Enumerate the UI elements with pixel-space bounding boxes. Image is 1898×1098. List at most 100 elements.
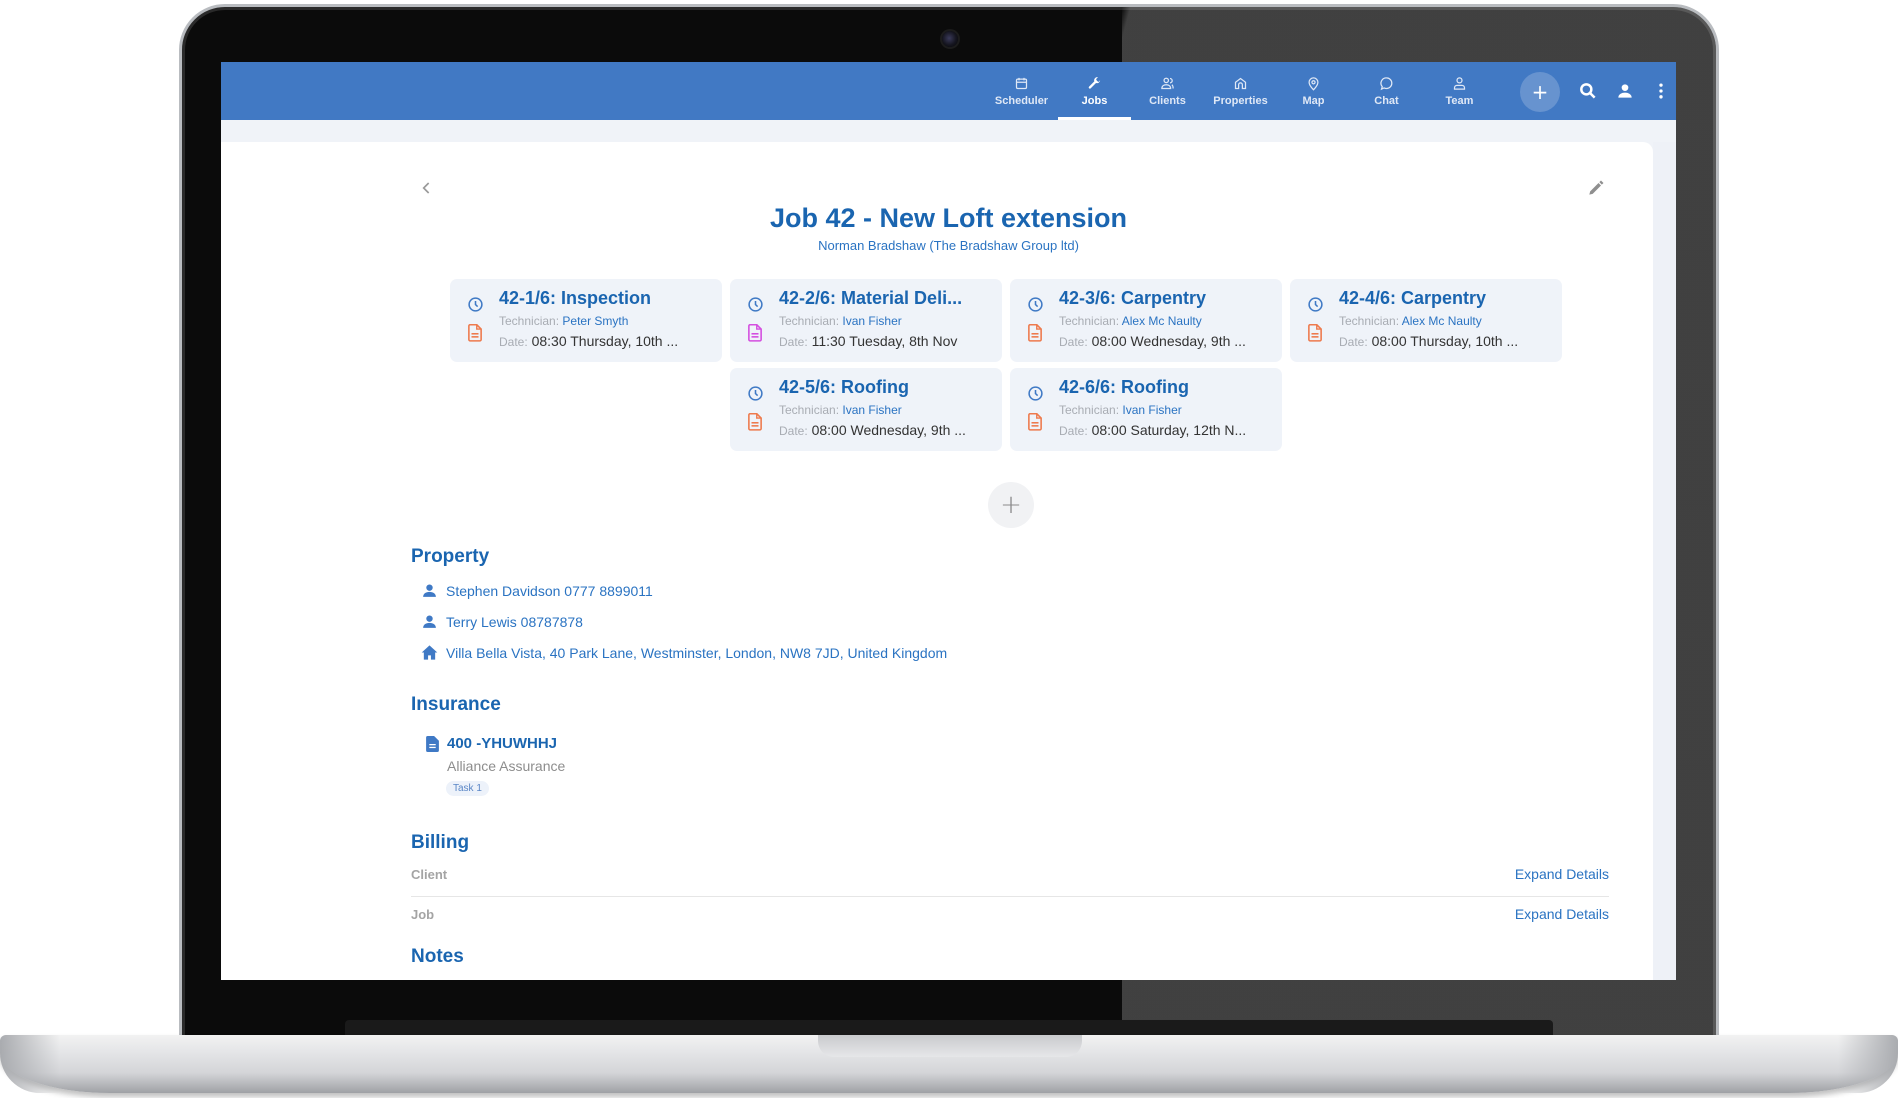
- section-title-billing: Billing: [411, 832, 470, 853]
- technician-name[interactable]: Ivan Fisher: [1122, 403, 1181, 417]
- property-contact[interactable]: Stephen Davidson 0777 8899011: [421, 582, 653, 599]
- section-title-notes: Notes: [411, 946, 464, 967]
- billing-label: Client: [411, 866, 448, 882]
- section-title-property: Property: [411, 546, 490, 567]
- task-card[interactable]: 42-3/6: Carpentry Technician: Alex Mc Nau…: [1010, 279, 1282, 362]
- document-icon: [468, 324, 482, 342]
- document-icon: [748, 413, 762, 431]
- task-technician: Technician: Ivan Fisher: [779, 314, 902, 328]
- nav-tab-jobs[interactable]: Jobs: [1058, 62, 1131, 120]
- task-title: 42-6/6: Roofing: [1059, 377, 1190, 397]
- billing-row-client: Client Expand Details: [411, 854, 1609, 894]
- document-icon: [1028, 413, 1042, 431]
- map-pin-icon: [1308, 76, 1319, 91]
- date-label: Date:: [779, 424, 808, 438]
- expand-details-link[interactable]: Expand Details: [1515, 906, 1609, 922]
- app-screen: Scheduler Jobs Clients Properties Map Ch…: [221, 62, 1676, 980]
- date-label: Date:: [1059, 424, 1088, 438]
- client-link[interactable]: Norman Bradshaw (The Bradshaw Group ltd): [221, 238, 1676, 253]
- add-task-button[interactable]: +: [988, 482, 1034, 528]
- task-card[interactable]: 42-6/6: Roofing Technician: Ivan Fisher Da…: [1010, 368, 1282, 451]
- date-value: 08:00 Thursday, 10th ...: [1371, 333, 1519, 349]
- calendar-icon: [1015, 77, 1028, 89]
- task-technician: Technician: Alex Mc Naulty: [1339, 314, 1482, 328]
- insurance-reference[interactable]: 400 -YHUWHHJ: [426, 735, 557, 752]
- pencil-icon: [1589, 180, 1604, 195]
- date-label: Date:: [1059, 335, 1088, 349]
- technician-name[interactable]: Alex Mc Naulty: [1402, 314, 1482, 328]
- home-icon: [1234, 77, 1247, 89]
- nav-tab-scheduler[interactable]: Scheduler: [985, 62, 1058, 120]
- file-icon: [426, 735, 439, 752]
- right-rail: [1653, 142, 1676, 980]
- date-label: Date:: [499, 335, 528, 349]
- wrench-icon: [1088, 76, 1101, 89]
- technician-name[interactable]: Ivan Fisher: [842, 403, 901, 417]
- address-text: Villa Bella Vista, 40 Park Lane, Westmin…: [446, 644, 948, 661]
- task-card[interactable]: 42-2/6: Material Deli... Technician: Ivan…: [730, 279, 1002, 362]
- property-address[interactable]: Villa Bella Vista, 40 Park Lane, Westmin…: [421, 644, 947, 661]
- team-icon: [1453, 76, 1466, 90]
- clock-icon: [468, 297, 483, 312]
- more-menu-button[interactable]: [1651, 81, 1671, 101]
- property-contact[interactable]: Terry Lewis 08787878: [421, 613, 583, 630]
- clock-icon: [1028, 386, 1043, 401]
- more-vertical-icon: [1659, 83, 1663, 99]
- technician-name[interactable]: Alex Mc Naulty: [1122, 314, 1202, 328]
- technician-label: Technician:: [1059, 314, 1120, 328]
- clock-icon: [1308, 297, 1323, 312]
- expand-details-link[interactable]: Expand Details: [1515, 866, 1609, 882]
- task-card[interactable]: 42-4/6: Carpentry Technician: Alex Mc Nau…: [1290, 279, 1562, 362]
- task-technician: Technician: Ivan Fisher: [1059, 403, 1182, 417]
- chat-icon: [1380, 76, 1393, 90]
- nav-label: Team: [1445, 94, 1474, 107]
- task-card[interactable]: 42-5/6: Roofing Technician: Ivan Fisher Da…: [730, 368, 1002, 451]
- nav-label: Clients: [1149, 94, 1186, 107]
- technician-name[interactable]: Ivan Fisher: [842, 314, 901, 328]
- house-icon: [421, 645, 438, 660]
- clock-icon: [1028, 297, 1043, 312]
- edit-button[interactable]: [1586, 178, 1606, 198]
- chevron-left-icon: [422, 182, 430, 194]
- nav-tab-chat[interactable]: Chat: [1350, 62, 1423, 120]
- document-icon: [1308, 324, 1322, 342]
- task-technician: Technician: Ivan Fisher: [779, 403, 902, 417]
- task-date: Date: 08:00 Thursday, 10th ...: [1339, 333, 1544, 349]
- document-icon: [748, 324, 762, 342]
- clock-icon: [748, 386, 763, 401]
- nav-tab-properties[interactable]: Properties: [1204, 62, 1277, 120]
- nav-label: Properties: [1213, 94, 1268, 107]
- task-tag: Task 1: [446, 781, 489, 796]
- date-label: Date:: [779, 335, 808, 349]
- add-button[interactable]: +: [1520, 72, 1560, 112]
- technician-label: Technician:: [779, 314, 840, 328]
- technician-label: Technician:: [1339, 314, 1400, 328]
- task-title: 42-5/6: Roofing: [779, 377, 910, 397]
- task-technician: Technician: Alex Mc Naulty: [1059, 314, 1202, 328]
- date-value: 11:30 Tuesday, 8th Nov: [811, 333, 958, 349]
- nav-tab-clients[interactable]: Clients: [1131, 62, 1204, 120]
- insurance-company: Alliance Assurance: [447, 758, 566, 774]
- date-value: 08:30 Thursday, 10th ...: [531, 333, 679, 349]
- date-value: 08:00 Wednesday, 9th ...: [1091, 333, 1246, 349]
- person-icon: [423, 615, 436, 628]
- technician-name[interactable]: Peter Smyth: [562, 314, 628, 328]
- insurance-ref-text: 400 -YHUWHHJ: [447, 735, 558, 752]
- user-icon: [1618, 84, 1632, 98]
- task-card[interactable]: 42-1/6: Inspection Technician: Peter Smyt…: [450, 279, 722, 362]
- main-nav: Scheduler Jobs Clients Properties Map Ch…: [985, 62, 1496, 120]
- plus-icon: +: [1000, 490, 1022, 520]
- task-technician: Technician: Peter Smyth: [499, 314, 628, 328]
- nav-tab-team[interactable]: Team: [1423, 62, 1496, 120]
- nav-label: Scheduler: [994, 94, 1049, 107]
- nav-tab-map[interactable]: Map: [1277, 62, 1350, 120]
- billing-label: Job: [411, 906, 435, 922]
- nav-label: Chat: [1374, 94, 1399, 107]
- clients-icon: [1161, 77, 1174, 89]
- document-icon: [1028, 324, 1042, 342]
- back-button[interactable]: [417, 178, 437, 198]
- search-button[interactable]: [1578, 81, 1598, 101]
- account-button[interactable]: [1615, 81, 1635, 101]
- laptop-notch: [818, 1035, 1082, 1057]
- contact-text: Terry Lewis 08787878: [446, 613, 583, 630]
